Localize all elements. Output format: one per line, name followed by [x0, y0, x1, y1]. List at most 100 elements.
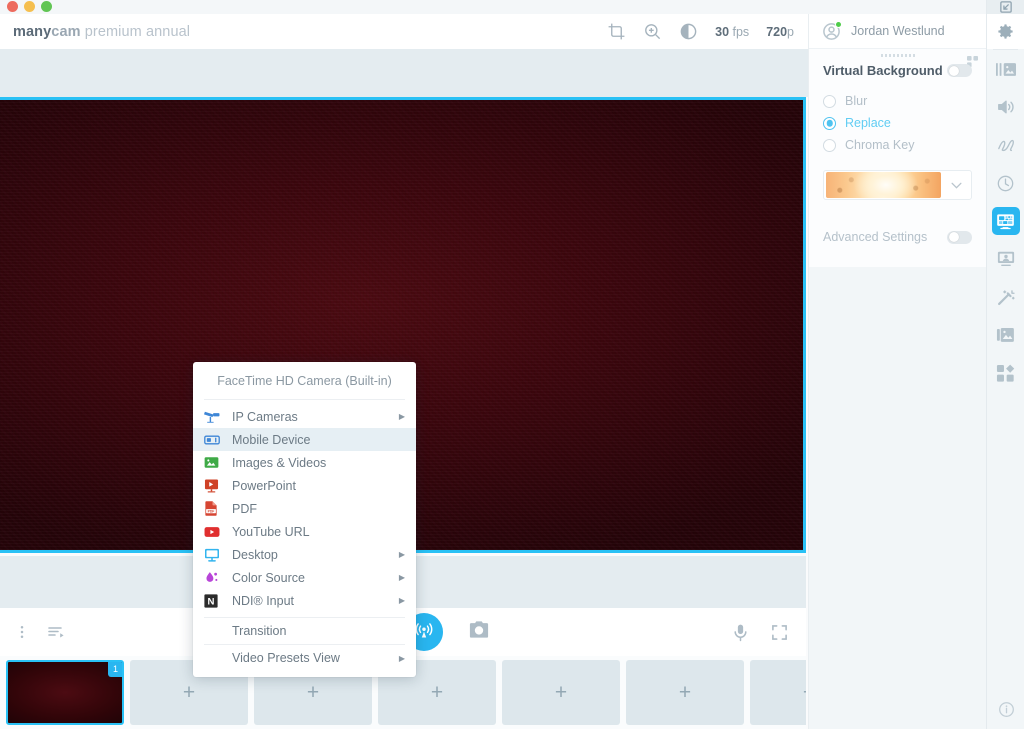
advanced-settings-row[interactable]: Advanced Settings	[823, 230, 972, 244]
effects-wand-icon[interactable]	[987, 278, 1024, 316]
more-options-icon[interactable]	[14, 624, 30, 640]
menu-item-color-source[interactable]: Color Source ▶	[193, 566, 416, 589]
background-image-picker[interactable]	[823, 170, 972, 200]
fps-indicator[interactable]: 30 fps	[715, 25, 749, 39]
video-source-context-menu[interactable]: FaceTime HD Camera (Built-in) IP Cameras…	[193, 362, 416, 677]
user-name-label: Jordan Westlund	[851, 24, 945, 38]
fullscreen-icon[interactable]	[771, 624, 788, 641]
preset-thumbnail-empty[interactable]: + ›	[750, 660, 806, 725]
menu-item-images-videos[interactable]: Images & Videos	[193, 451, 416, 474]
traffic-lights	[7, 1, 52, 12]
submenu-arrow-icon: ▶	[398, 412, 405, 421]
menu-label: Mobile Device	[232, 432, 311, 447]
manycam-app-window: manycam premium annual 30 fps 720p 1 + +…	[0, 0, 1024, 729]
avatar	[822, 20, 842, 41]
draw-icon[interactable]	[987, 126, 1024, 164]
backgrounds-icon[interactable]	[987, 316, 1024, 354]
menu-label: Transition	[232, 624, 287, 638]
radio-replace-icon[interactable]	[823, 116, 836, 130]
top-toolbar: manycam premium annual 30 fps 720p	[0, 14, 808, 49]
preset-thumbnail-empty[interactable]: +	[626, 660, 744, 725]
submenu-arrow-icon: ▶	[398, 573, 405, 582]
resolution-suffix: p	[787, 24, 794, 39]
camera-snapshot-icon[interactable]	[468, 620, 490, 645]
add-preset-icon: +	[554, 681, 568, 704]
brand-cam: cam	[51, 23, 81, 40]
widgets-icon[interactable]	[987, 354, 1024, 392]
fps-label: fps	[729, 24, 750, 39]
panel-title: Virtual Background	[823, 63, 943, 78]
ip-camera-icon	[204, 409, 221, 424]
info-icon[interactable]	[987, 690, 1024, 729]
ndi-icon: N	[204, 593, 221, 608]
color-source-icon	[204, 570, 221, 585]
menu-label: PDF	[232, 501, 257, 516]
zoom-in-icon[interactable]	[643, 22, 662, 41]
menu-label: PowerPoint	[232, 478, 296, 493]
option-replace-label: Replace	[845, 116, 891, 130]
preset-badge: 1	[107, 662, 122, 677]
control-bar-left-group	[14, 624, 65, 640]
mobile-device-icon	[204, 432, 221, 447]
panel-drag-handle[interactable]	[880, 54, 915, 57]
radio-blur-icon[interactable]	[823, 94, 836, 108]
advanced-settings-toggle[interactable]	[947, 230, 972, 244]
clock-icon[interactable]	[987, 164, 1024, 202]
audio-icon[interactable]	[987, 88, 1024, 126]
user-account-row[interactable]: Jordan Westlund	[809, 14, 986, 49]
menu-item-ndi-input[interactable]: N NDI® Input ▶	[193, 589, 416, 612]
virtual-background-toggle[interactable]	[947, 64, 972, 77]
window-titlebar	[0, 0, 1024, 14]
menu-label: YouTube URL	[232, 524, 310, 539]
svg-text:PDF: PDF	[208, 509, 215, 513]
close-window-button[interactable]	[7, 1, 18, 12]
playlist-icon[interactable]	[47, 624, 65, 640]
menu-item-ip-cameras[interactable]: IP Cameras ▶	[193, 405, 416, 428]
maximize-window-button[interactable]	[41, 1, 52, 12]
expand-window-icon[interactable]	[987, 0, 1024, 14]
add-preset-icon: +	[306, 681, 320, 704]
menu-item-powerpoint[interactable]: PowerPoint	[193, 474, 416, 497]
lower-third-icon[interactable]	[987, 240, 1024, 278]
menu-item-mobile-device[interactable]: Mobile Device	[193, 428, 416, 451]
settings-gear-icon[interactable]	[987, 14, 1024, 49]
brightness-icon[interactable]	[679, 22, 698, 41]
option-chroma-key-label: Chroma Key	[845, 138, 915, 152]
virtual-background-icon[interactable]	[987, 202, 1024, 240]
menu-item-transition[interactable]: Transition	[193, 618, 416, 644]
menu-item-video-presets-view[interactable]: Video Presets View ▶	[193, 645, 416, 671]
virtual-background-panel: Virtual Background Blur Replace Chroma K…	[809, 49, 986, 267]
submenu-arrow-icon: ▶	[398, 653, 405, 663]
panel-empty-area	[809, 267, 986, 729]
brand-many: many	[13, 23, 52, 40]
youtube-icon	[204, 524, 221, 539]
add-preset-icon: +	[803, 682, 806, 703]
crop-icon[interactable]	[607, 22, 626, 41]
add-preset-icon: +	[182, 681, 196, 704]
menu-item-desktop[interactable]: Desktop ▶	[193, 543, 416, 566]
resolution-value: 720	[766, 24, 788, 39]
background-preview-thumbnail[interactable]	[826, 172, 941, 198]
minimize-window-button[interactable]	[24, 1, 35, 12]
right-side-panel: Jordan Westlund Virtual Background Blur	[808, 14, 986, 729]
menu-item-pdf[interactable]: PDF PDF	[193, 497, 416, 520]
top-toolbar-tools: 30 fps 720p	[607, 14, 794, 49]
option-replace[interactable]: Replace	[823, 116, 972, 130]
preset-thumbnail-active[interactable]: 1	[6, 660, 124, 725]
desktop-icon	[204, 547, 221, 562]
pdf-icon: PDF	[204, 501, 221, 516]
option-chroma-key[interactable]: Chroma Key	[823, 138, 972, 152]
microphone-icon[interactable]	[732, 623, 749, 642]
option-blur[interactable]: Blur	[823, 94, 972, 108]
preset-thumbnail-empty[interactable]: +	[502, 660, 620, 725]
submenu-arrow-icon: ▶	[398, 550, 405, 559]
submenu-arrow-icon: ▶	[398, 596, 405, 605]
menu-item-youtube-url[interactable]: YouTube URL	[193, 520, 416, 543]
chevron-down-icon[interactable]	[941, 182, 971, 189]
images-videos-icon	[204, 455, 221, 470]
online-status-dot	[835, 20, 842, 28]
radio-chroma-key-icon[interactable]	[823, 138, 836, 152]
video-sources-icon[interactable]	[987, 50, 1024, 88]
advanced-settings-label: Advanced Settings	[823, 230, 928, 244]
resolution-indicator[interactable]: 720p	[766, 25, 794, 39]
